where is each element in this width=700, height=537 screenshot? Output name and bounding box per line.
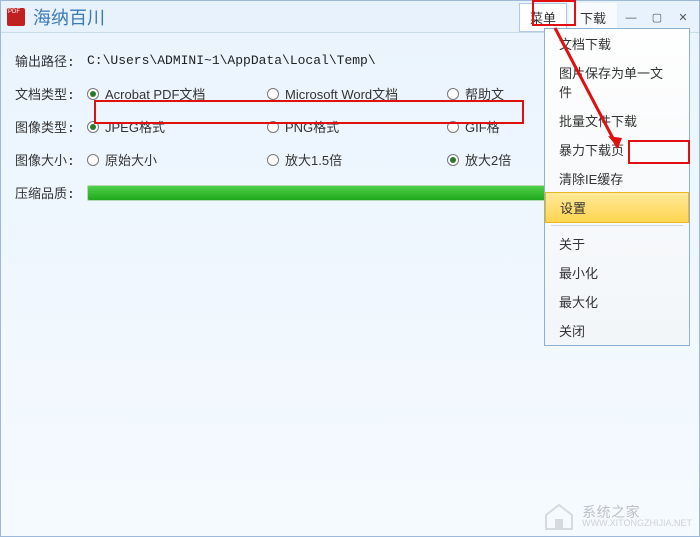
radio-pdf[interactable]: Acrobat PDF文档 bbox=[87, 84, 267, 103]
radio-original-size[interactable]: 原始大小 bbox=[87, 150, 267, 169]
watermark-icon bbox=[542, 501, 576, 531]
watermark-title: 系统之家 bbox=[582, 505, 692, 519]
radio-icon bbox=[447, 154, 459, 166]
radio-label: 帮助文 bbox=[465, 84, 504, 103]
dd-clear-ie-cache[interactable]: 清除IE缓存 bbox=[545, 164, 689, 193]
output-path-label: 输出路径: bbox=[15, 51, 87, 70]
radio-icon bbox=[267, 154, 279, 166]
radio-label: Acrobat PDF文档 bbox=[105, 84, 205, 103]
watermark: 系统之家 WWW.XITONGZHIJIA.NET bbox=[542, 501, 692, 531]
radio-png[interactable]: PNG格式 bbox=[267, 117, 447, 136]
radio-label: Microsoft Word文档 bbox=[285, 84, 398, 103]
dd-force-download[interactable]: 暴力下载页 bbox=[545, 135, 689, 164]
radio-icon bbox=[447, 121, 459, 133]
radio-label: PNG格式 bbox=[285, 117, 339, 136]
quality-label: 压缩品质: bbox=[15, 183, 87, 202]
dd-about[interactable]: 关于 bbox=[545, 229, 689, 258]
maximize-icon[interactable]: ▢ bbox=[645, 9, 669, 27]
dd-batch-download[interactable]: 批量文件下载 bbox=[545, 106, 689, 135]
radio-icon bbox=[87, 154, 99, 166]
image-type-label: 图像类型: bbox=[15, 117, 87, 136]
dd-close[interactable]: 关闭 bbox=[545, 316, 689, 345]
radio-icon bbox=[447, 88, 459, 100]
radio-icon bbox=[267, 121, 279, 133]
app-icon bbox=[7, 8, 25, 26]
dd-doc-download[interactable]: 文档下载 bbox=[545, 29, 689, 58]
radio-label: GIF格 bbox=[465, 117, 500, 136]
dd-minimize[interactable]: 最小化 bbox=[545, 258, 689, 287]
radio-icon bbox=[87, 88, 99, 100]
radio-icon bbox=[87, 121, 99, 133]
minimize-icon[interactable]: — bbox=[619, 9, 643, 27]
dd-maximize[interactable]: 最大化 bbox=[545, 287, 689, 316]
watermark-url: WWW.XITONGZHIJIA.NET bbox=[582, 519, 692, 528]
menu-dropdown: 文档下载 图片保存为单一文件 批量文件下载 暴力下载页 清除IE缓存 设置 关于… bbox=[544, 28, 690, 346]
close-icon[interactable]: ✕ bbox=[671, 9, 695, 27]
dd-save-single-file[interactable]: 图片保存为单一文件 bbox=[545, 58, 689, 106]
menu-separator bbox=[551, 225, 683, 226]
radio-icon bbox=[267, 88, 279, 100]
radio-1-5x[interactable]: 放大1.5倍 bbox=[267, 150, 447, 169]
doc-type-label: 文档类型: bbox=[15, 84, 87, 103]
radio-word[interactable]: Microsoft Word文档 bbox=[267, 84, 447, 103]
radio-label: 放大2倍 bbox=[465, 150, 511, 169]
radio-jpeg[interactable]: JPEG格式 bbox=[87, 117, 267, 136]
radio-label: 原始大小 bbox=[105, 150, 157, 169]
radio-label: JPEG格式 bbox=[105, 117, 165, 136]
dd-settings[interactable]: 设置 bbox=[545, 192, 689, 223]
radio-label: 放大1.5倍 bbox=[285, 150, 342, 169]
main-window: 海纳百川 菜单 下载 — ▢ ✕ 输出路径: C:\Users\ADMINI~1… bbox=[0, 0, 700, 537]
output-path-value: C:\Users\ADMINI~1\AppData\Local\Temp\ bbox=[87, 53, 376, 68]
image-size-label: 图像大小: bbox=[15, 150, 87, 169]
app-title: 海纳百川 bbox=[33, 4, 105, 30]
